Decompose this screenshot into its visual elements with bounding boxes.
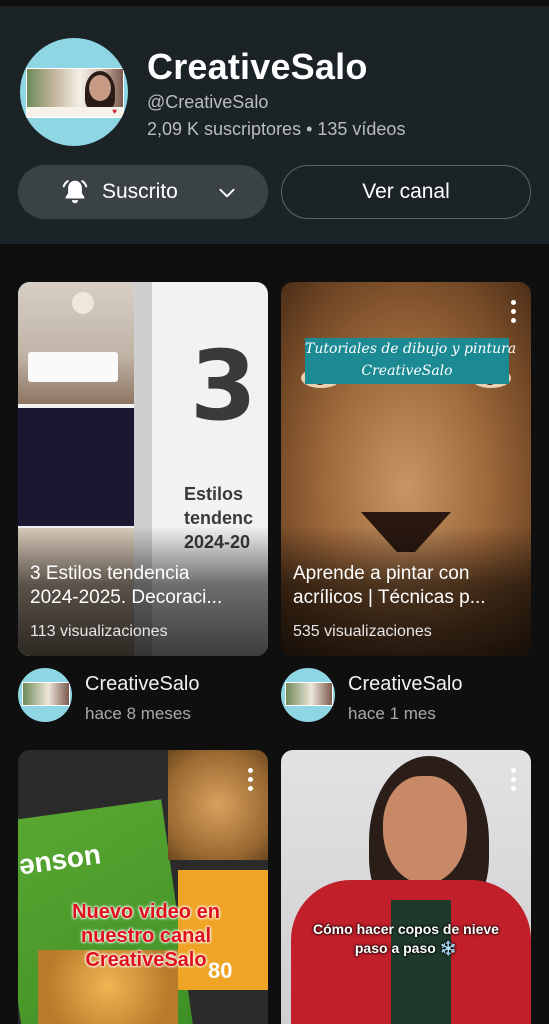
subscribed-label: Suscrito xyxy=(102,180,178,203)
more-options-icon[interactable] xyxy=(511,768,517,794)
thumbnail-tag: Tutoriales de dibujo y pintura CreativeS… xyxy=(305,338,516,384)
video-views: 113 visualizaciones xyxy=(30,623,168,640)
chevron-down-icon xyxy=(219,188,235,198)
channel-stats: 2,09 K suscriptores • 135 vídeos xyxy=(147,119,406,139)
thumbnail-number: 3 xyxy=(190,330,257,442)
status-bar-edge xyxy=(0,0,549,6)
heart-icon: ♥ xyxy=(112,107,117,116)
view-channel-button[interactable]: Ver canal xyxy=(281,165,531,219)
channel-avatar-small[interactable] xyxy=(281,668,335,722)
video-card-4[interactable]: Cómo hacer copos de nieve paso a paso ❄️ xyxy=(281,750,531,1024)
channel-name[interactable]: CreativeSalo xyxy=(147,46,368,88)
thumbnail-room-image xyxy=(18,282,134,404)
thumbnail-text: Cómo hacer copos de nieve paso a paso ❄️ xyxy=(313,921,499,956)
video-upload-time: hace 8 meses xyxy=(85,704,191,723)
avatar-banner-image: ♥ xyxy=(26,68,124,118)
channel-avatar[interactable]: ♥ xyxy=(20,38,128,146)
thumbnail-text: Nuevo video en nuestro canal CreativeSal… xyxy=(72,901,220,971)
video-title[interactable]: 3 Estilos tendencia 2024-2025. Decoraci.… xyxy=(30,562,260,610)
channel-avatar-small[interactable] xyxy=(18,668,72,722)
video-card-3[interactable]: ənson 80 Nuevo video en nuestro canal Cr… xyxy=(18,750,268,1024)
video-channel-name[interactable]: CreativeSalo xyxy=(348,673,463,696)
more-options-icon[interactable] xyxy=(511,300,517,326)
video-card-2[interactable]: Tutoriales de dibujo y pintura CreativeS… xyxy=(281,282,531,656)
bell-icon xyxy=(62,180,88,204)
channel-handle: @CreativeSalo xyxy=(147,92,269,112)
video-views: 535 visualizaciones xyxy=(293,623,432,640)
video-title[interactable]: Aprende a pintar con acrílicos | Técnica… xyxy=(293,562,523,610)
video-card-1[interactable]: 3 Estilos tendenc 2024-20 3 Estilos tend… xyxy=(18,282,268,656)
thumbnail-neon-image xyxy=(18,408,134,638)
channel-header: ♥ CreativeSalo @CreativeSalo 2,09 K susc… xyxy=(0,0,549,244)
subscribed-button[interactable]: Suscrito xyxy=(18,165,268,219)
video-upload-time: hace 1 mes xyxy=(348,704,436,723)
video-channel-name[interactable]: CreativeSalo xyxy=(85,673,200,696)
more-options-icon[interactable] xyxy=(248,768,254,794)
